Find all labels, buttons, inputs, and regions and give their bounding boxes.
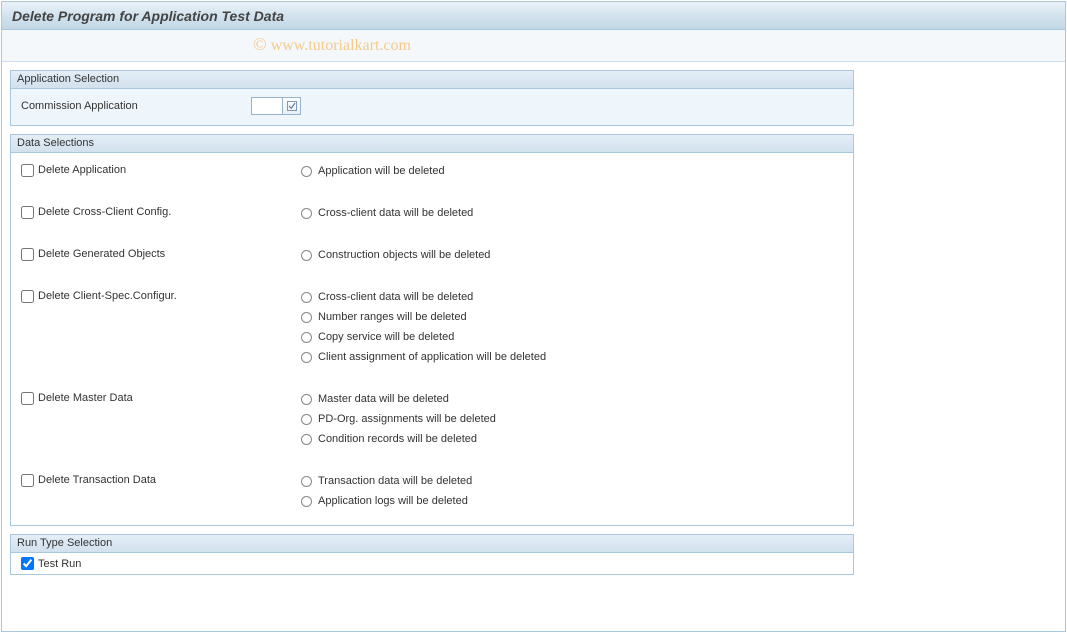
bullet-icon <box>301 166 312 177</box>
bullet-icon <box>301 394 312 405</box>
description-item: Cross-client data will be deleted <box>301 287 843 307</box>
test-run-checkbox[interactable] <box>21 557 34 570</box>
test-run-label: Test Run <box>38 558 81 570</box>
title-bar: Delete Program for Application Test Data <box>2 2 1065 30</box>
commission-app-input[interactable] <box>252 98 282 114</box>
description-text: Copy service will be deleted <box>318 331 454 343</box>
description-column: Cross-client data will be deleted Number … <box>301 287 843 367</box>
description-text: Number ranges will be deleted <box>318 311 467 323</box>
description-item: Master data will be deleted <box>301 389 843 409</box>
data-selection-row: Delete Client-Spec.Configur. Cross-client… <box>21 287 843 367</box>
delete-option-checkbox[interactable] <box>21 392 34 405</box>
delete-option-checkbox[interactable] <box>21 164 34 177</box>
toolbar-strip <box>2 30 1065 62</box>
delete-option-label: Delete Application <box>38 164 126 176</box>
description-text: Application will be deleted <box>318 165 445 177</box>
checkbox-column: Delete Master Data <box>21 389 301 407</box>
content-area: Application Selection Commission Applica… <box>2 62 862 583</box>
description-text: PD-Org. assignments will be deleted <box>318 413 496 425</box>
description-text: Cross-client data will be deleted <box>318 207 473 219</box>
delete-option-checkbox[interactable] <box>21 248 34 261</box>
description-text: Construction objects will be deleted <box>318 249 490 261</box>
bullet-icon <box>301 312 312 323</box>
bullet-icon <box>301 250 312 261</box>
description-text: Condition records will be deleted <box>318 433 477 445</box>
group-run-type: Run Type Selection Test Run <box>10 534 854 575</box>
data-selection-row: Delete Cross-Client Config. Cross-client … <box>21 203 843 223</box>
delete-option-checkbox[interactable] <box>21 474 34 487</box>
description-text: Cross-client data will be deleted <box>318 291 473 303</box>
bullet-icon <box>301 352 312 363</box>
data-selection-row: Delete Transaction Data Transaction data … <box>21 471 843 511</box>
test-run-row: Test Run <box>21 557 843 570</box>
group-application-selection: Application Selection Commission Applica… <box>10 70 854 126</box>
description-text: Application logs will be deleted <box>318 495 468 507</box>
data-selection-row: Delete Generated Objects Construction obj… <box>21 245 843 265</box>
group-header-run-type: Run Type Selection <box>11 535 853 553</box>
description-column: Construction objects will be deleted <box>301 245 843 265</box>
window-frame: Delete Program for Application Test Data… <box>1 1 1066 632</box>
checkbox-column: Delete Generated Objects <box>21 245 301 263</box>
field-label-commission-app: Commission Application <box>21 100 251 112</box>
delete-option-label: Delete Cross-Client Config. <box>38 206 171 218</box>
bullet-icon <box>301 496 312 507</box>
delete-option-checkbox[interactable] <box>21 290 34 303</box>
bullet-icon <box>301 292 312 303</box>
description-column: Application will be deleted <box>301 161 843 181</box>
description-item: Cross-client data will be deleted <box>301 203 843 223</box>
delete-option-checkbox[interactable] <box>21 206 34 219</box>
data-selection-row: Delete Master Data Master data will be de… <box>21 389 843 449</box>
delete-option-label: Delete Transaction Data <box>38 474 156 486</box>
group-header-data-selections: Data Selections <box>11 135 853 153</box>
delete-option-label: Delete Client-Spec.Configur. <box>38 290 177 302</box>
bullet-icon <box>301 414 312 425</box>
checkbox-column: Delete Transaction Data <box>21 471 301 489</box>
description-item: Number ranges will be deleted <box>301 307 843 327</box>
field-row-commission-app: Commission Application <box>21 95 843 117</box>
checkbox-column: Delete Client-Spec.Configur. <box>21 287 301 305</box>
description-item: Application logs will be deleted <box>301 491 843 511</box>
bullet-icon <box>301 332 312 343</box>
page-title: Delete Program for Application Test Data <box>12 8 284 24</box>
description-item: Construction objects will be deleted <box>301 245 843 265</box>
delete-option-label: Delete Generated Objects <box>38 248 165 260</box>
description-column: Cross-client data will be deleted <box>301 203 843 223</box>
delete-option-label: Delete Master Data <box>38 392 133 404</box>
bullet-icon <box>301 434 312 445</box>
description-item: Condition records will be deleted <box>301 429 843 449</box>
value-help-button[interactable] <box>282 98 300 114</box>
description-item: Transaction data will be deleted <box>301 471 843 491</box>
description-column: Transaction data will be deleted Applicat… <box>301 471 843 511</box>
bullet-icon <box>301 208 312 219</box>
description-text: Client assignment of application will be… <box>318 351 546 363</box>
description-text: Master data will be deleted <box>318 393 449 405</box>
group-body-run-type: Test Run <box>11 553 853 574</box>
description-item: PD-Org. assignments will be deleted <box>301 409 843 429</box>
group-data-selections: Data Selections Delete Application Applic… <box>10 134 854 526</box>
bullet-icon <box>301 476 312 487</box>
description-item: Copy service will be deleted <box>301 327 843 347</box>
description-item: Application will be deleted <box>301 161 843 181</box>
description-text: Transaction data will be deleted <box>318 475 472 487</box>
data-selection-row: Delete Application Application will be de… <box>21 161 843 181</box>
commission-app-input-group <box>251 97 301 115</box>
checkbox-column: Delete Cross-Client Config. <box>21 203 301 221</box>
group-header-app-selection: Application Selection <box>11 71 853 89</box>
description-column: Master data will be deleted PD-Org. assig… <box>301 389 843 449</box>
description-item: Client assignment of application will be… <box>301 347 843 367</box>
group-body-app-selection: Commission Application <box>11 89 853 125</box>
group-body-data-selections: Delete Application Application will be de… <box>11 153 853 525</box>
value-help-icon <box>286 100 298 112</box>
checkbox-column: Delete Application <box>21 161 301 179</box>
